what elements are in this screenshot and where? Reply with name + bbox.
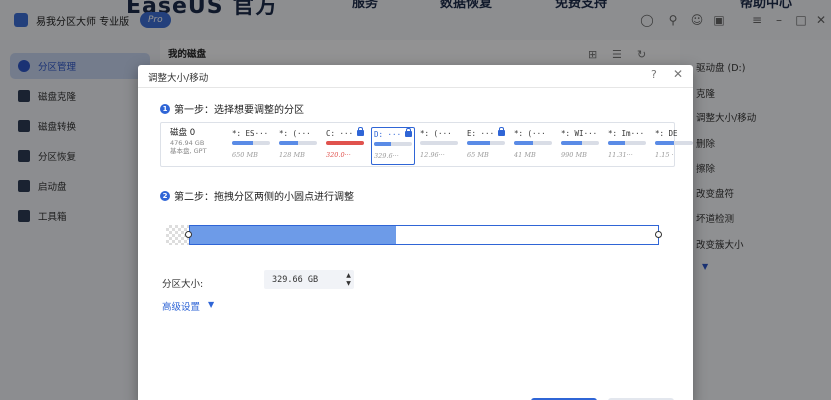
usage-bar (420, 141, 458, 145)
partition-size: 128 MB (279, 151, 305, 159)
usage-bar (561, 141, 599, 145)
lock-icon (405, 128, 412, 137)
partition-tile[interactable]: *: (··· 128 MB (277, 127, 321, 165)
dialog-title: 调整大小/移动 (148, 73, 209, 84)
partition-size: 329.6··· (374, 152, 399, 160)
usage-bar (232, 141, 270, 145)
disk-name: 磁盘 0 (170, 128, 196, 138)
partition-label: *: (··· (420, 129, 452, 138)
partition-size-input[interactable] (264, 270, 354, 289)
partition-label: C: ··· (326, 129, 354, 138)
usage-bar (374, 142, 412, 146)
right-resize-handle[interactable] (655, 231, 662, 238)
usage-fill (232, 141, 253, 145)
partition-label: *: WI··· (561, 129, 598, 138)
lock-icon (498, 127, 505, 136)
usage-fill (561, 141, 582, 145)
usage-fill (374, 142, 392, 146)
partition-size: 990 MB (561, 151, 587, 159)
partition-tile[interactable]: E: ··· 65 MB (465, 127, 509, 165)
partition-label: E: ··· (467, 129, 495, 138)
partition-size-label: 分区大小: (162, 279, 204, 290)
usage-fill (467, 141, 490, 145)
disk-info: 磁盘 0 476.94 GB 基本盘, GPT (170, 128, 224, 155)
partition-label: *: (··· (279, 129, 311, 138)
usage-bar (326, 141, 364, 145)
caret-down-icon[interactable]: ▼ (208, 300, 214, 309)
partition-size: 320.0··· (326, 151, 351, 159)
partition-size: 41 MB (514, 151, 536, 159)
usage-fill (279, 141, 298, 145)
partition-size: 12.96··· (420, 151, 445, 159)
partition-tile[interactable]: *: (··· 12.96··· (418, 127, 462, 165)
partition-tile[interactable]: C: ··· 320.0··· (324, 127, 368, 165)
step-2-badge: 2 (160, 191, 170, 201)
partition-label: *: Im··· (608, 129, 645, 138)
usage-fill (326, 141, 364, 145)
step-1-label: 第一步：选择想要调整的分区 (174, 105, 304, 116)
partition-tile[interactable]: *: WI··· 990 MB (559, 127, 603, 165)
partition-size: 650 MB (232, 151, 258, 159)
step-2-label: 第二步：拖拽分区两侧的小圆点进行调整 (174, 192, 354, 203)
help-icon[interactable]: ? (651, 68, 657, 81)
lock-icon (357, 127, 364, 136)
resize-move-dialog: 调整大小/移动 ? ✕ 1 第一步：选择想要调整的分区 磁盘 0 476.94 … (138, 65, 693, 400)
disk-type: 基本盘, GPT (170, 147, 207, 155)
disk-map: 磁盘 0 476.94 GB 基本盘, GPT *: ES··· 650 MB *:… (160, 122, 693, 167)
partition-tile[interactable]: *: (··· 41 MB (512, 127, 556, 165)
partition-label: *: (··· (514, 129, 546, 138)
partition-size: 1.15 · (655, 151, 674, 159)
resize-track (166, 225, 662, 245)
partition-size: 65 MB (467, 151, 489, 159)
usage-bar (655, 141, 693, 145)
usage-bar (279, 141, 317, 145)
usage-bar (608, 141, 646, 145)
close-icon[interactable]: ✕ (673, 67, 683, 81)
disk-size: 476.94 GB (170, 139, 205, 147)
partition-tile[interactable]: D: ··· 329.6··· (371, 127, 415, 165)
step-1-badge: 1 (160, 104, 170, 114)
divider (138, 87, 693, 88)
partition-tile[interactable]: *: DE 1.15 · (653, 127, 697, 165)
usage-fill (608, 141, 626, 145)
advanced-settings-link[interactable]: 高级设置 (162, 299, 200, 313)
partition-label: *: DE (655, 129, 678, 138)
size-stepper[interactable]: ▲ ▼ (343, 270, 354, 289)
partition-tile[interactable]: *: Im··· 11.31··· (606, 127, 650, 165)
partition-label: D: ··· (374, 130, 402, 139)
partition-label: *: ES··· (232, 129, 269, 138)
usage-bar (467, 141, 505, 145)
used-space (190, 226, 396, 244)
usage-fill (655, 141, 674, 145)
usage-fill (514, 141, 533, 145)
partition-size: 11.31··· (608, 151, 633, 159)
partition-block[interactable] (189, 225, 659, 245)
left-resize-handle[interactable] (185, 231, 192, 238)
usage-bar (514, 141, 552, 145)
partition-tile[interactable]: *: ES··· 650 MB (230, 127, 274, 165)
